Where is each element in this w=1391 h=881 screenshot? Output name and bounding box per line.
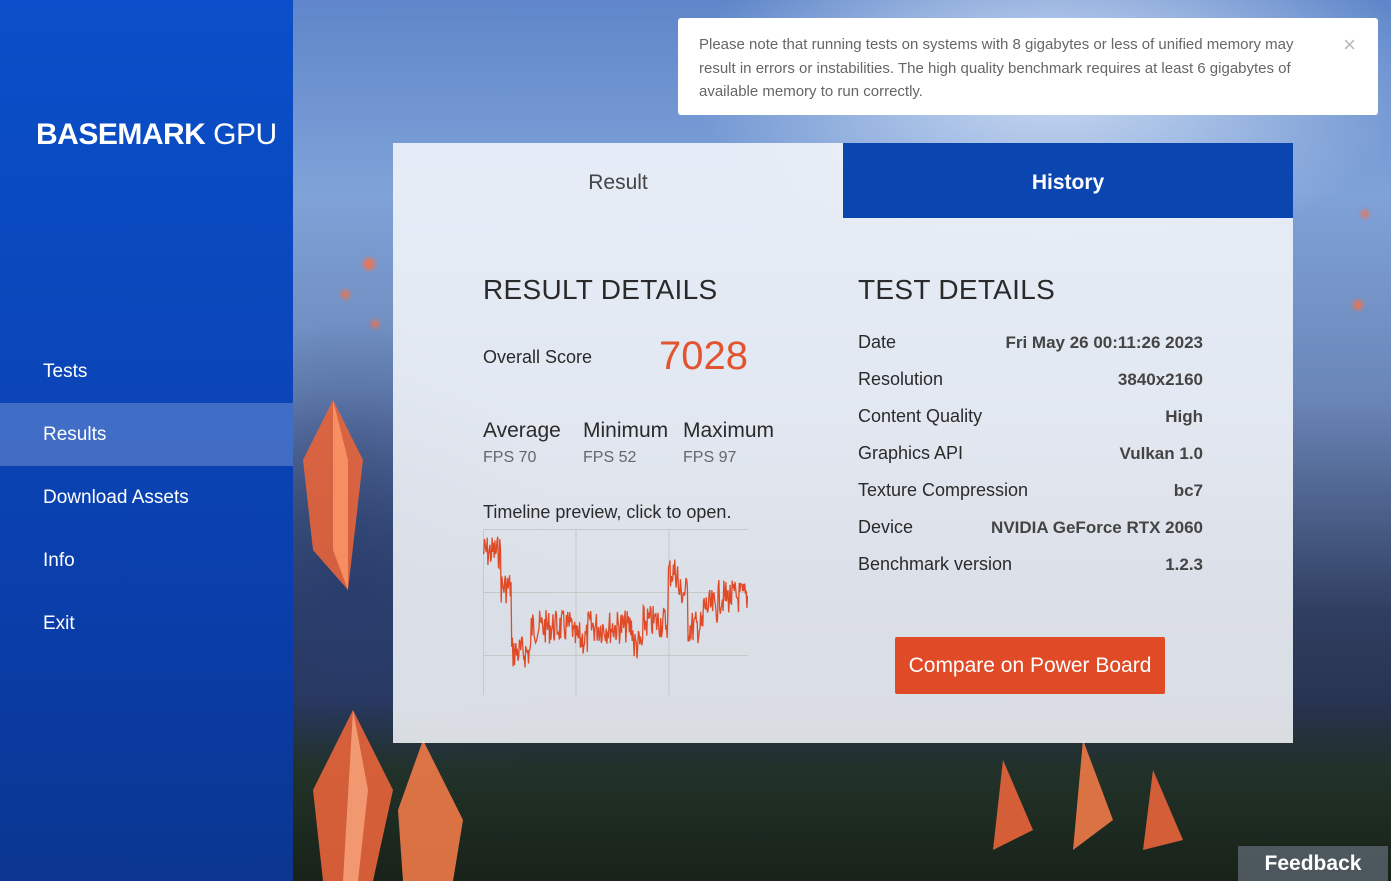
sidebar-item-info[interactable]: Info — [0, 529, 293, 592]
bokeh-light — [1361, 210, 1369, 218]
stat-name: Maximum — [683, 419, 775, 442]
detail-key: Content Quality — [858, 406, 983, 426]
test-details-title: TEST DETAILS — [858, 274, 1056, 305]
detail-row-texture-compression: Texture Compression bc7 — [858, 480, 1203, 510]
stat-name: Minimum — [583, 419, 669, 442]
stat-value: FPS 70 — [483, 449, 537, 466]
bokeh-light — [371, 320, 379, 328]
close-icon[interactable]: × — [1343, 34, 1356, 56]
sidebar-item-download-assets[interactable]: Download Assets — [0, 466, 293, 529]
sidebar-item-results[interactable]: Results — [0, 403, 293, 466]
detail-value: 1.2.3 — [1165, 555, 1203, 574]
detail-row-date: Date Fri May 26 00:11:26 2023 — [858, 332, 1203, 362]
detail-key: Resolution — [858, 369, 944, 389]
crystal-cluster-bottom-right — [983, 740, 1203, 850]
sidebar: BASEMARK GPU Tests Results Download Asse… — [0, 0, 293, 881]
stat-minimum: Minimum FPS 52 — [583, 419, 668, 467]
tab-result[interactable]: Result — [393, 143, 843, 218]
bokeh-light — [1353, 300, 1363, 310]
feedback-button[interactable]: Feedback — [1238, 846, 1388, 881]
result-details-title: RESULT DETAILS — [483, 274, 718, 305]
stat-name: Average — [483, 419, 561, 442]
detail-value: 3840x2160 — [1117, 370, 1203, 389]
detail-row-benchmark-version: Benchmark version 1.2.3 — [858, 554, 1203, 584]
detail-row-device: Device NVIDIA GeForce RTX 2060 — [858, 517, 1203, 547]
timeline-preview[interactable] — [482, 527, 749, 695]
timeline-chart — [482, 529, 749, 695]
detail-row-content-quality: Content Quality High — [858, 406, 1203, 436]
timeline-fps-line — [482, 536, 749, 668]
stat-value: FPS 97 — [683, 449, 737, 466]
stat-maximum: Maximum FPS 97 — [683, 419, 774, 467]
detail-key: Texture Compression — [858, 480, 1029, 500]
overall-score-value: 7028 — [659, 334, 748, 378]
detail-value: Vulkan 1.0 — [1119, 444, 1203, 463]
sidebar-nav: Tests Results Download Assets Info Exit — [0, 340, 293, 655]
detail-value: NVIDIA GeForce RTX 2060 — [991, 518, 1203, 537]
stat-average: Average FPS 70 — [483, 419, 561, 467]
detail-key: Graphics API — [858, 443, 964, 463]
memory-notice: Please note that running tests on system… — [678, 18, 1378, 115]
detail-key: Device — [858, 517, 914, 537]
stat-value: FPS 52 — [583, 449, 637, 466]
detail-key: Date — [858, 332, 897, 352]
result-panel: Result History RESULT DETAILS Overall Sc… — [393, 143, 1293, 743]
tab-history[interactable]: History — [843, 143, 1293, 218]
detail-row-graphics-api: Graphics API Vulkan 1.0 — [858, 443, 1203, 473]
detail-row-resolution: Resolution 3840x2160 — [858, 369, 1203, 399]
sidebar-item-tests[interactable]: Tests — [0, 340, 293, 403]
crystal-cluster-left — [293, 400, 393, 600]
detail-value: High — [1165, 407, 1203, 426]
logo-brand: BASEMARK — [36, 118, 206, 151]
bokeh-light — [341, 290, 350, 299]
detail-value: Fri May 26 00:11:26 2023 — [1005, 333, 1203, 352]
bokeh-light — [363, 258, 375, 270]
overall-score-label: Overall Score — [483, 347, 593, 367]
logo-suffix: GPU — [205, 118, 277, 151]
app-logo: BASEMARK GPU — [36, 118, 277, 152]
compare-power-board-button[interactable]: Compare on Power Board — [895, 637, 1165, 694]
detail-value: bc7 — [1173, 481, 1203, 500]
detail-key: Benchmark version — [858, 554, 1013, 574]
notice-text: Please note that running tests on system… — [699, 36, 1294, 100]
timeline-label: Timeline preview, click to open. — [483, 502, 732, 522]
sidebar-item-exit[interactable]: Exit — [0, 592, 293, 655]
